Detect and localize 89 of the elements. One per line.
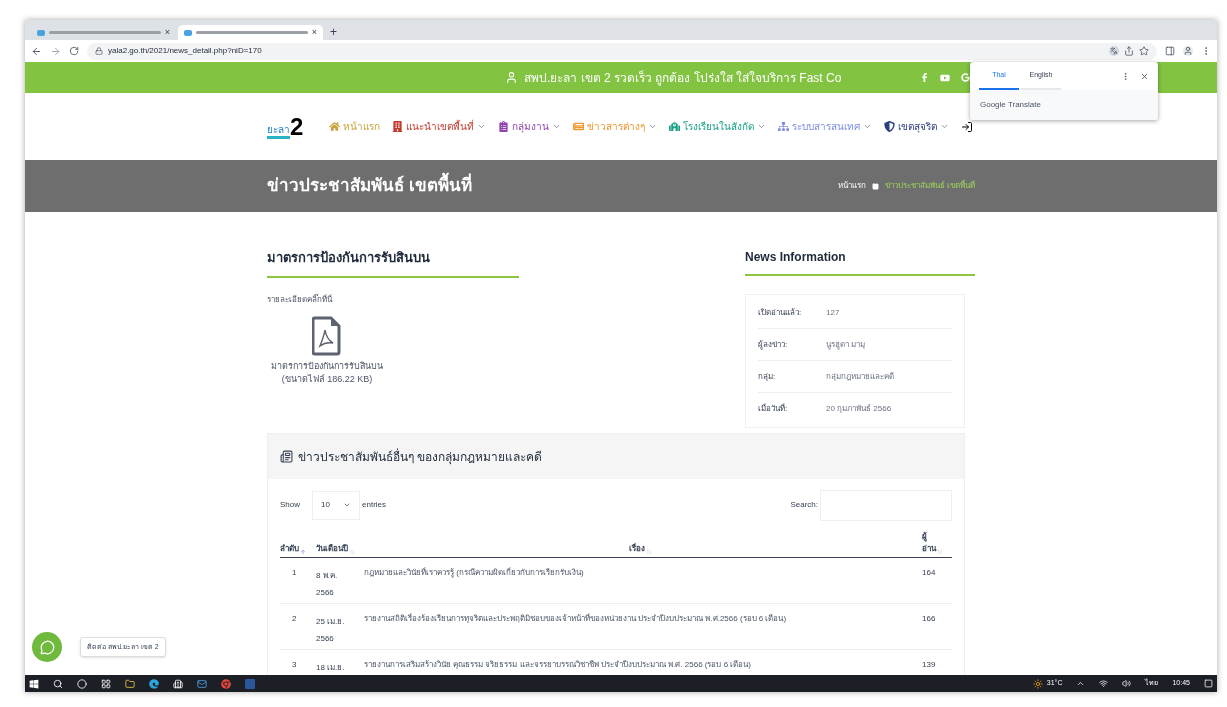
info-value: 20 กุมภาพันธ์ 2566 xyxy=(826,403,892,415)
table-cell: 1 xyxy=(280,557,316,604)
column-header[interactable]: ผู้อ่าน xyxy=(922,531,952,558)
breadcrumb-link[interactable]: หน้าแรก xyxy=(837,180,866,192)
chat-icon xyxy=(39,639,55,655)
address-bar[interactable]: yala2.go.th/2021/news_detail.php?niD=170 xyxy=(87,42,1157,60)
star-icon[interactable] xyxy=(1139,46,1149,56)
translate-footer: Google Translate xyxy=(980,99,1041,111)
news-title-link[interactable]: รายงานการเสริมสร้างวินัย คุณธรรม จริยธรรม และจรรยาบรรณวิชาชีพ ประจำปีงบประมาณ พ.ศ. 2566 (รอบ 6 เดือน) xyxy=(358,649,922,675)
folder-icon[interactable] xyxy=(125,678,135,689)
entries-label: entries xyxy=(362,499,387,511)
circle-icon[interactable] xyxy=(77,678,87,689)
site-logo[interactable]: ยะลา2 xyxy=(267,114,304,139)
info-value: 127 xyxy=(826,306,840,319)
newspaper-icon xyxy=(280,450,293,463)
sort-icon xyxy=(645,549,652,555)
info-label: ผู้ลงข่าว: xyxy=(758,338,789,351)
info-value: กลุ่มกฎหมายและคดี xyxy=(826,370,894,383)
table-cell: 164 xyxy=(922,557,952,604)
nav-menu-item[interactable]: เขตสุจริต xyxy=(884,119,950,134)
slogan-text: สพป.ยะลา เขต 2 รวดเร็ว ถูกต้อง โปร่งใส ใส่ใจบริการ Fast Co xyxy=(524,69,843,87)
profile-icon[interactable] xyxy=(1183,46,1193,56)
info-label: เปิดอ่านแล้ว: xyxy=(758,306,803,319)
tab-close[interactable]: × xyxy=(311,28,317,37)
notification-icon[interactable] xyxy=(1204,679,1213,688)
table-cell: 18 เม.ย. xyxy=(316,649,358,675)
sort-icon xyxy=(349,549,355,555)
google-icon[interactable] xyxy=(961,73,970,82)
login-icon[interactable] xyxy=(961,120,974,133)
back-icon[interactable] xyxy=(31,45,42,57)
favicon-icon xyxy=(37,29,45,36)
info-value: นูรฮูดา มามุ xyxy=(826,338,866,351)
file-name[interactable]: มาตรการป้องกันการรับสินบน xyxy=(271,359,383,373)
info-label: เมื่อวันที่: xyxy=(758,403,789,415)
column-header[interactable]: ลำดับ xyxy=(280,531,316,558)
side-panel-icon[interactable] xyxy=(1165,46,1175,56)
article-title: มาตรการป้องกันการรับสินบน xyxy=(267,248,519,278)
article-intro: รายละเอียดคลิ๊กที่นี่ xyxy=(267,293,334,306)
card-title: ข่าวประชาสัมพันธ์อื่นๆ ของกลุ่มกฎหมายและคดี xyxy=(298,447,543,466)
chat-button[interactable] xyxy=(32,632,62,662)
search-label: Search: xyxy=(790,499,818,511)
chevron-down-icon xyxy=(343,501,351,509)
windows-start-icon[interactable] xyxy=(29,678,39,689)
user-icon xyxy=(505,71,518,84)
close-icon[interactable] xyxy=(1140,71,1149,81)
column-header[interactable]: วันเดือนปี xyxy=(316,531,358,558)
table-cell: 139 xyxy=(922,649,952,675)
translate-icon[interactable] xyxy=(1109,46,1119,56)
volume-icon[interactable] xyxy=(1122,679,1132,688)
table-cell: 25 เม.ย. 2566 xyxy=(316,603,358,650)
table-cell: 3 xyxy=(280,649,316,675)
reload-icon[interactable] xyxy=(69,46,79,56)
chrome-icon[interactable] xyxy=(221,678,231,689)
news-title-link[interactable]: รายงานสถิติเรื่องร้องเรียนการทุจริตและประพฤติมิชอบของเจ้าหน้าที่ของหน่วยงาน ประจำปีงบประมาณ พ.ศ.2566 (รอบ 6 เดือน) xyxy=(358,603,922,650)
nav-menu-item[interactable]: แนะนำเขตพื้นที่ xyxy=(392,119,487,134)
tab-close[interactable]: × xyxy=(164,28,170,37)
file-size: (ขนาดไฟล์ 186.22 KB) xyxy=(281,373,373,386)
favicon-icon xyxy=(184,29,192,36)
more-options-icon[interactable] xyxy=(1121,71,1130,81)
breadcrumb-separator-icon xyxy=(871,182,879,190)
table-cell: 8 พ.ค. 2566 xyxy=(316,557,358,604)
search-icon[interactable] xyxy=(53,678,63,689)
info-label: กลุ่ม: xyxy=(758,370,777,383)
pdf-file-icon[interactable] xyxy=(312,315,342,356)
edge-icon[interactable] xyxy=(149,678,159,689)
column-header[interactable]: เรื่อง xyxy=(358,531,922,558)
lock-icon xyxy=(95,47,103,55)
task-view-icon[interactable] xyxy=(101,678,111,689)
chevron-up-icon[interactable] xyxy=(1076,679,1086,688)
logo-number: 2 xyxy=(290,114,304,139)
sort-ascending-icon xyxy=(300,549,306,555)
weather-icon xyxy=(1032,678,1043,689)
table-cell: 2 xyxy=(280,603,316,650)
nav-menu-item[interactable]: กลุ่มงาน xyxy=(498,119,562,134)
browser-tab[interactable]: × xyxy=(178,25,323,40)
word-icon[interactable] xyxy=(245,678,255,689)
page-size-select[interactable]: 10 xyxy=(312,490,360,520)
news-title-link[interactable]: กฎหมายและวินัยที่เราควรรู้ (กรณีความผิดเกี่ยวกับการเรียกรับเงิน) xyxy=(358,557,922,604)
wifi-icon xyxy=(1099,679,1109,688)
news-info-title: News Information xyxy=(745,248,975,276)
table-cell: 166 xyxy=(922,603,952,650)
new-tab-button[interactable]: + xyxy=(325,25,342,40)
share-icon[interactable] xyxy=(1124,46,1134,56)
show-label: Show xyxy=(280,499,300,511)
logo-text: ยะลา xyxy=(267,123,290,139)
mail-icon[interactable] xyxy=(197,678,207,689)
sort-icon xyxy=(937,549,943,555)
page-title: ข่าวประชาสัมพันธ์ เขตพื้นที่ xyxy=(267,173,472,199)
url-text: yala2.go.th/2021/news_detail.php?niD=170 xyxy=(108,45,262,57)
